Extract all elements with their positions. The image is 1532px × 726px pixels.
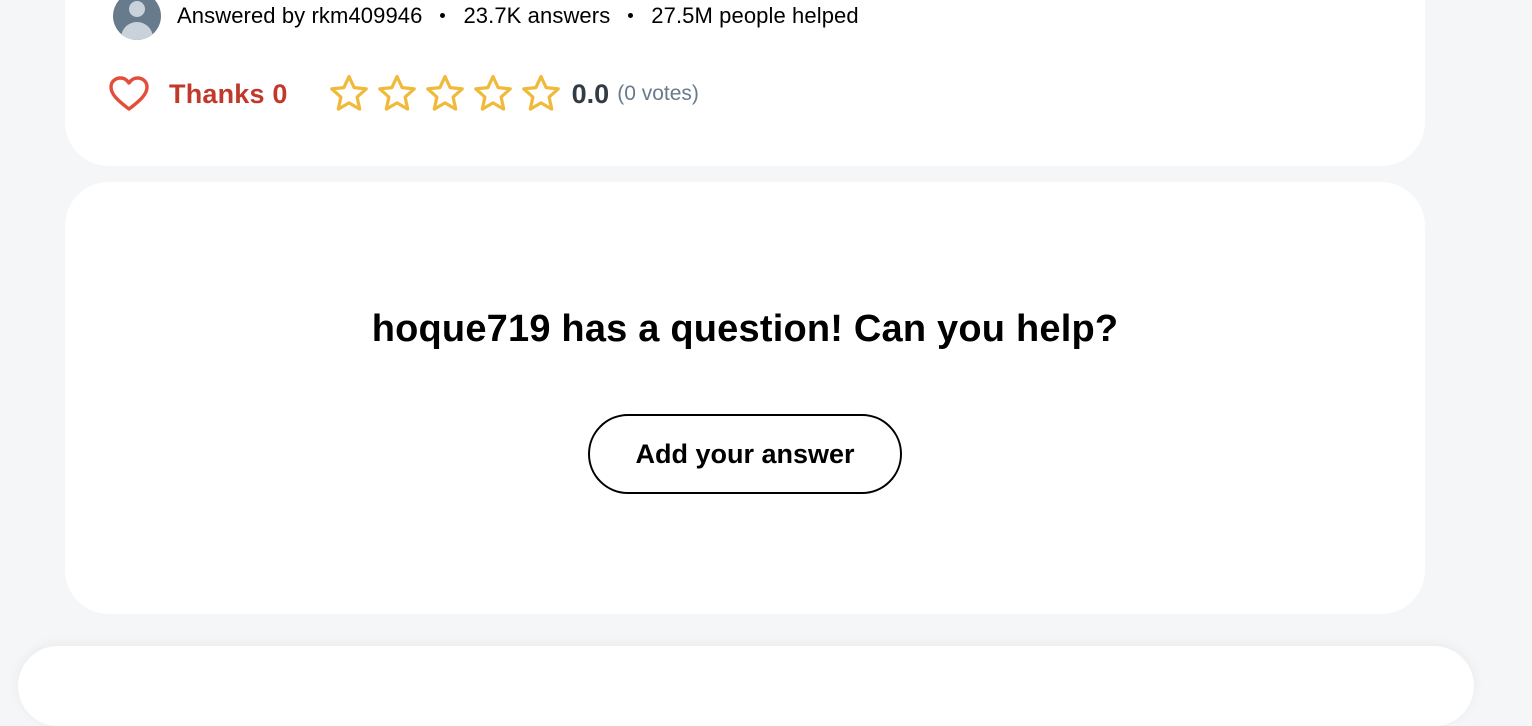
separator-dot bbox=[440, 12, 446, 18]
answers-count: 23.7K answers bbox=[463, 3, 611, 28]
star-icon[interactable] bbox=[472, 73, 514, 115]
next-section-card bbox=[18, 646, 1474, 726]
star-icon[interactable] bbox=[376, 73, 418, 115]
star-icon[interactable] bbox=[520, 73, 562, 115]
answer-actions: Thanks 0 0.0 (0 votes) bbox=[109, 73, 699, 115]
author-row: Answered by rkm409946 23.7K answers 27.5… bbox=[113, 0, 859, 40]
ask-card: hoque719 has a question! Can you help? A… bbox=[65, 182, 1425, 614]
thanks-button[interactable]: Thanks 0 bbox=[109, 76, 288, 112]
star-icon[interactable] bbox=[424, 73, 466, 115]
star-icon[interactable] bbox=[328, 73, 370, 115]
add-answer-button[interactable]: Add your answer bbox=[588, 414, 902, 494]
vote-count: (0 votes) bbox=[617, 82, 699, 105]
rating-stars: 0.0 (0 votes) bbox=[328, 73, 699, 115]
separator-dot bbox=[628, 12, 634, 18]
avatar-head bbox=[129, 1, 145, 17]
question-prompt-title: hoque719 has a question! Can you help? bbox=[371, 308, 1119, 350]
rating-value: 0.0 bbox=[571, 78, 610, 109]
heart-outline-icon bbox=[109, 76, 149, 112]
avatar-body bbox=[121, 22, 153, 40]
avatar[interactable] bbox=[113, 0, 161, 40]
people-helped-count: 27.5M people helped bbox=[651, 3, 859, 28]
answered-by-text: Answered by rkm409946 bbox=[177, 3, 423, 28]
thanks-label: Thanks 0 bbox=[169, 78, 288, 109]
answer-card: Answered by rkm409946 23.7K answers 27.5… bbox=[65, 0, 1425, 166]
